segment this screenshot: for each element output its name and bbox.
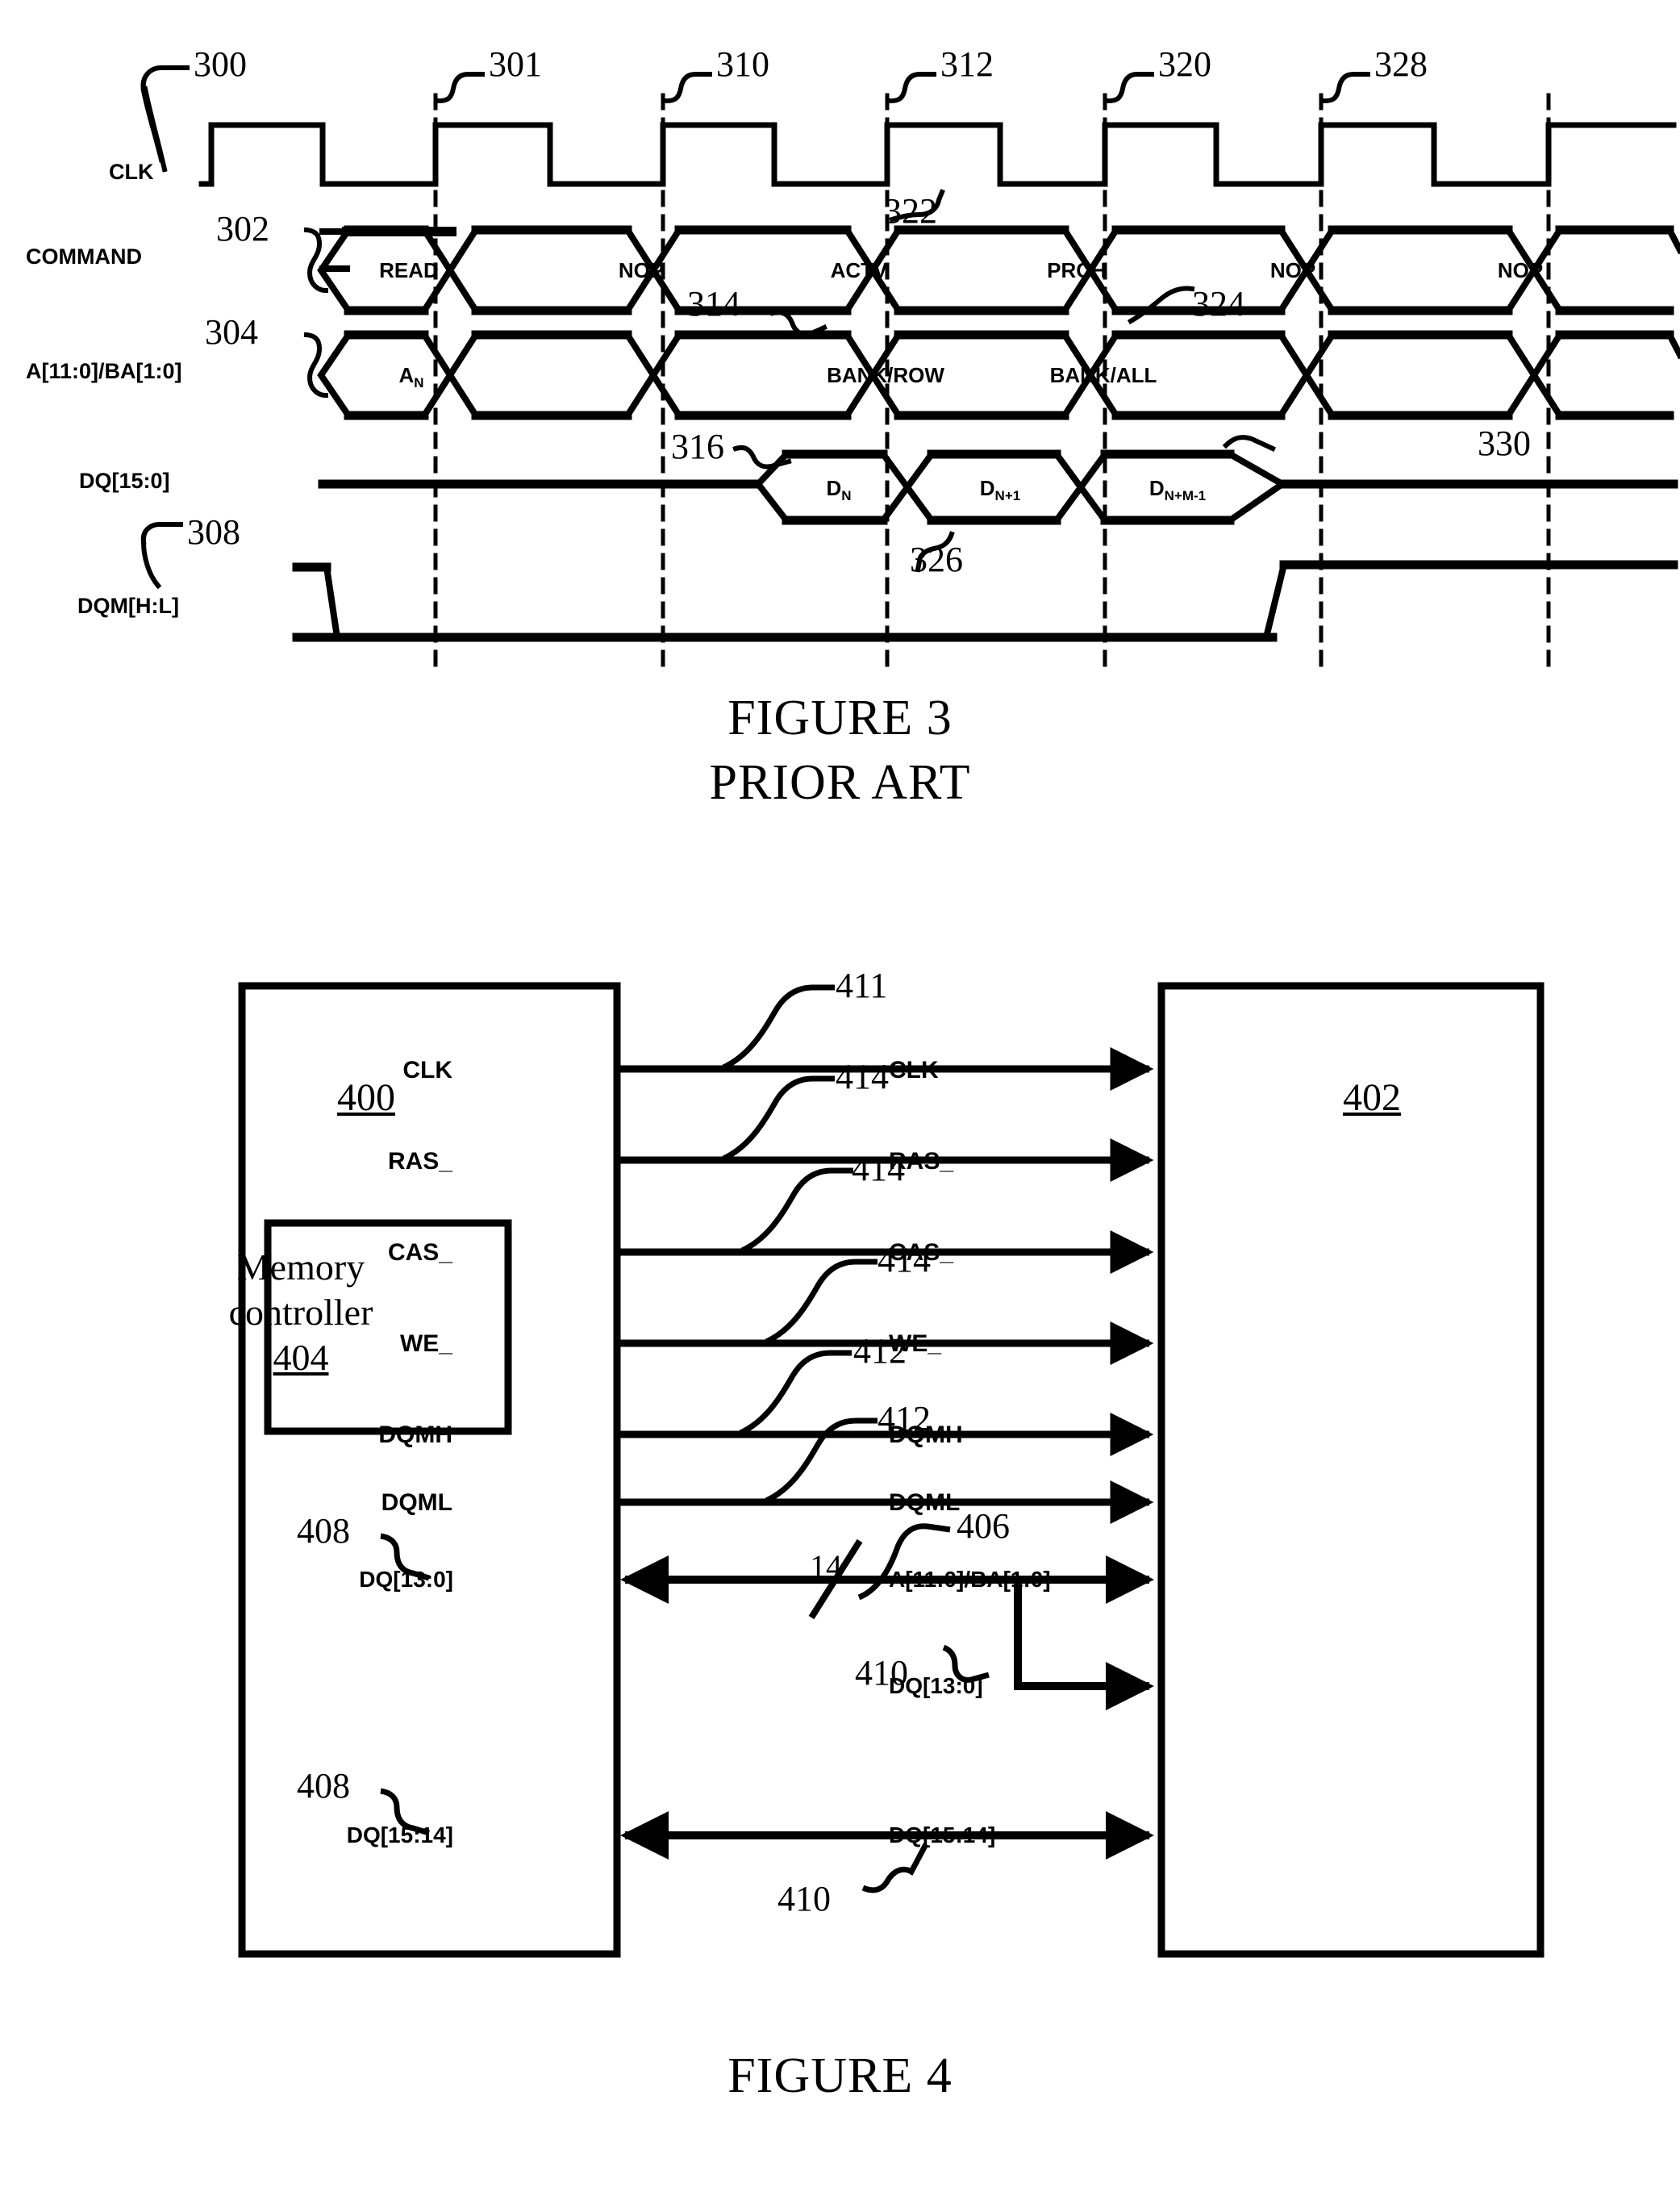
- callout-410-lower: 410: [777, 1879, 831, 1918]
- figure-3-timing-diagram: 300 301 310 312 320 328 CLK 302 COMMAND …: [0, 0, 1680, 810]
- callout-314: 314: [687, 284, 740, 324]
- command-cell-prch: PRCH: [1047, 258, 1107, 282]
- figure-3-caption: FIGURE 3: [727, 691, 953, 745]
- callout-406: 406: [957, 1506, 1010, 1546]
- left-pin-dq-15-14: DQ[15:14]: [346, 1822, 453, 1847]
- command-cell-nop-2: NOP: [1269, 258, 1316, 282]
- left-pin-cas: CAS_: [387, 1239, 452, 1266]
- dq-cell-dn1-text: D: [979, 476, 995, 500]
- row-label-command: COMMAND: [26, 244, 142, 269]
- figure-3-vector-layer: [140, 65, 1680, 678]
- callout-408-lower: 408: [297, 1766, 350, 1806]
- callout-330: 330: [1478, 424, 1531, 463]
- dq-cell-dn-sub: N: [841, 488, 852, 504]
- address-cell-an-sub: N: [414, 375, 424, 391]
- patent-drawing-page: 300 301 310 312 320 328 CLK 302 COMMAND …: [0, 0, 1680, 2196]
- left-pin-we: WE_: [399, 1330, 452, 1357]
- callout-302: 302: [216, 209, 269, 248]
- address-cell-bank-all: BANK/ALL: [1049, 363, 1157, 387]
- address-cell-bank-row: BANK/ROW: [827, 363, 944, 387]
- callout-408-upper: 408: [297, 1511, 350, 1551]
- left-pin-clk: CLK: [402, 1057, 452, 1083]
- dq-cell-dn-text: D: [826, 476, 842, 500]
- command-cell-read: READ: [379, 258, 439, 282]
- callout-414-we: 414: [878, 1240, 931, 1280]
- address-cell-an: AN: [387, 365, 436, 390]
- row-label-dq: DQ[15:0]: [79, 469, 170, 493]
- figure-4-caption: FIGURE 4: [727, 2048, 953, 2103]
- callout-324: 324: [1192, 284, 1245, 324]
- dq-cell-dnm1: DN+M-1: [1121, 478, 1234, 503]
- callout-316: 316: [671, 427, 724, 466]
- callout-322: 322: [884, 191, 937, 231]
- callout-312: 312: [940, 44, 994, 84]
- callout-412-dqmh: 412: [853, 1331, 907, 1371]
- left-pin-dq-13-0: DQ[13:0]: [359, 1567, 453, 1592]
- callout-410-upper: 410: [855, 1653, 908, 1693]
- row-label-dqm: DQM[H:L]: [77, 594, 179, 618]
- callout-320: 320: [1158, 44, 1211, 84]
- left-pin-ras: RAS_: [387, 1148, 452, 1175]
- callout-412-dqml: 412: [878, 1399, 931, 1438]
- row-label-address: A[11:0]/BA[1:0]: [26, 359, 182, 383]
- callout-414-cas: 414: [852, 1149, 905, 1188]
- callout-308: 308: [187, 512, 240, 552]
- right-pin-dq-15-14: DQ[15:14]: [889, 1822, 996, 1847]
- right-pin-dqml: DQML: [889, 1489, 961, 1516]
- dq-cell-dnm1-text: D: [1148, 476, 1165, 500]
- callout-411: 411: [836, 966, 888, 1005]
- callout-301: 301: [489, 44, 542, 84]
- callout-300: 300: [194, 44, 247, 84]
- callout-414-ras: 414: [836, 1057, 889, 1096]
- right-pin-address: A[11:0]/BA[1:0]: [889, 1567, 1051, 1592]
- right-pin-clk: CLK: [889, 1057, 939, 1083]
- callout-328: 328: [1374, 44, 1428, 84]
- figure-3-subcaption: PRIOR ART: [709, 755, 971, 810]
- row-label-clk: CLK: [109, 160, 154, 184]
- callout-326: 326: [910, 540, 963, 579]
- dq-cell-dn1-sub: N+1: [994, 488, 1021, 504]
- command-cell-actv: ACTV: [830, 258, 888, 282]
- dq-cell-dn1: DN+1: [956, 478, 1044, 503]
- command-cell-nop-3: NOP: [1497, 258, 1544, 282]
- command-cell-nop-1: NOP: [618, 258, 665, 282]
- address-cell-an-text: A: [398, 363, 415, 387]
- left-pin-dqmh: DQMH: [378, 1422, 452, 1448]
- figure-4-block-diagram: 400 Memory controller 404 402 CLK RAS_ C…: [0, 952, 1680, 2196]
- bus-width-label: 14: [810, 1548, 842, 1584]
- memory-controller-block-text: Memory controller 404: [211, 1245, 390, 1380]
- memory-controller-line2: controller: [228, 1292, 373, 1334]
- dq-cell-dn: DN: [807, 478, 871, 503]
- callout-304: 304: [205, 312, 258, 352]
- callout-310: 310: [716, 44, 769, 84]
- right-block-ref-402: 402: [1343, 1076, 1401, 1119]
- dq-cell-dnm1-sub: N+M-1: [1164, 488, 1207, 504]
